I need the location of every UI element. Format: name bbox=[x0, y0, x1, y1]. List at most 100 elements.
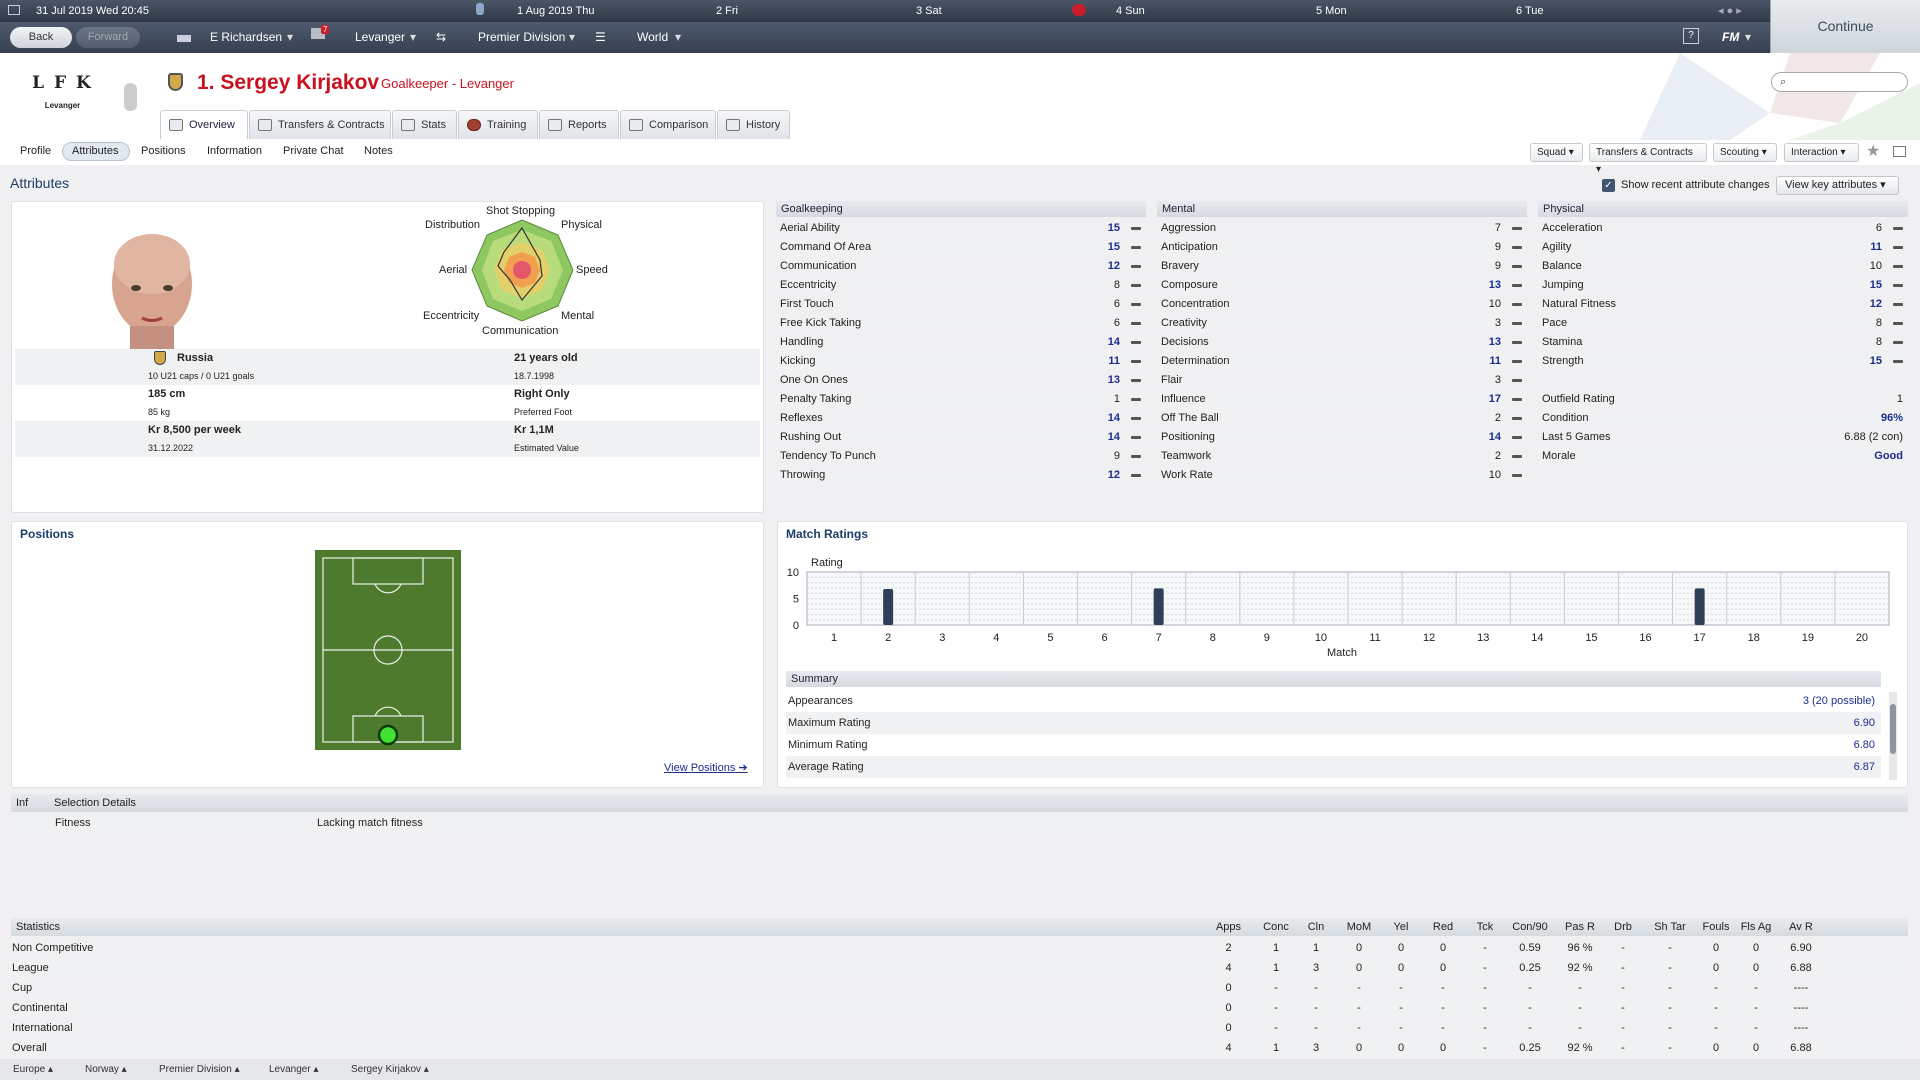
tab-reports[interactable]: Reports bbox=[539, 110, 619, 139]
subnav-attributes[interactable]: Attributes bbox=[72, 145, 118, 157]
statistics-column-header[interactable]: Fouls bbox=[1696, 921, 1736, 933]
star-icon[interactable]: ★ bbox=[1866, 141, 1880, 161]
search-input[interactable]: ⌕ bbox=[1771, 72, 1908, 92]
summary-scrollbar[interactable] bbox=[1889, 692, 1897, 780]
trend-dash-icon bbox=[1512, 303, 1522, 306]
chevron-down-icon[interactable]: ▾ bbox=[569, 30, 575, 44]
table-cell: 0 bbox=[1752, 1042, 1760, 1054]
transfers-dropdown[interactable]: Transfers & Contracts ▾ bbox=[1589, 143, 1707, 175]
table-cell: ---- bbox=[1793, 1002, 1809, 1014]
prev-arrow-icon[interactable]: ◂ ● ▸ bbox=[1718, 4, 1742, 17]
position-pitch bbox=[315, 550, 461, 750]
day-3[interactable]: 3 Sat bbox=[916, 5, 942, 17]
attribute-name: Balance bbox=[1542, 260, 1582, 272]
club-menu[interactable]: Levanger bbox=[355, 30, 405, 44]
continue-button[interactable]: Continue bbox=[1770, 0, 1920, 53]
add-list-icon[interactable] bbox=[1893, 146, 1906, 157]
summary-value: 3 (20 possible) bbox=[1802, 695, 1875, 707]
squad-dropdown[interactable]: Squad ▾ bbox=[1530, 143, 1583, 162]
scroll-toggle-icon[interactable] bbox=[124, 83, 137, 111]
summary-value: 6.87 bbox=[1853, 761, 1875, 773]
tab-training[interactable]: Training bbox=[458, 110, 538, 139]
club-logo-sub: Levanger bbox=[44, 101, 81, 110]
attribute-name: Stamina bbox=[1542, 336, 1583, 348]
statistics-column-header[interactable]: Apps bbox=[1206, 921, 1251, 933]
home-icon[interactable] bbox=[177, 28, 191, 42]
tab-comparison[interactable]: Comparison bbox=[620, 110, 716, 139]
subnav-profile[interactable]: Profile bbox=[20, 145, 51, 157]
rating-bar[interactable] bbox=[1694, 588, 1705, 625]
subnav-positions[interactable]: Positions bbox=[141, 145, 186, 157]
attribute-name: Tendency To Punch bbox=[780, 450, 876, 462]
statistics-column-header[interactable]: Av R bbox=[1776, 921, 1826, 933]
day-6[interactable]: 6 Tue bbox=[1516, 5, 1544, 17]
selection-label: Fitness bbox=[55, 817, 91, 829]
radar-label-r: Speed bbox=[576, 264, 608, 276]
rating-bar[interactable] bbox=[1153, 588, 1164, 625]
trend-dash-icon bbox=[1512, 398, 1522, 401]
view-positions-link[interactable]: View Positions ➔ bbox=[664, 761, 748, 774]
statistics-column-header[interactable]: Tck bbox=[1465, 921, 1505, 933]
tab-overview[interactable]: Overview bbox=[160, 110, 248, 139]
table-cell: 0 bbox=[1397, 1042, 1405, 1054]
chart-xtick: 9 bbox=[1264, 632, 1270, 642]
interaction-dropdown[interactable]: Interaction ▾ bbox=[1784, 143, 1859, 162]
attribute-name: Jumping bbox=[1542, 279, 1584, 291]
subnav-private-chat[interactable]: Private Chat bbox=[283, 145, 344, 157]
breadcrumb-europe[interactable]: Europe ▴ bbox=[13, 1064, 53, 1075]
attribute-name: Outfield Rating bbox=[1542, 393, 1615, 405]
statistics-column-header[interactable]: Pas R bbox=[1556, 921, 1604, 933]
nation[interactable]: Russia bbox=[177, 352, 213, 364]
selection-row bbox=[11, 813, 1908, 833]
chevron-down-icon[interactable]: ▾ bbox=[410, 30, 416, 44]
breadcrumb-norway[interactable]: Norway ▴ bbox=[85, 1064, 127, 1075]
view-key-attributes-button[interactable]: View key attributes ▾ bbox=[1776, 176, 1899, 195]
day-1[interactable]: 1 Aug 2019 Thu bbox=[517, 5, 594, 17]
forward-button[interactable]: Forward bbox=[76, 27, 140, 48]
breadcrumb-player[interactable]: Sergey Kirjakov ▴ bbox=[351, 1064, 429, 1075]
help-icon[interactable]: ? bbox=[1683, 28, 1699, 44]
statistics-column-header[interactable]: Drb bbox=[1603, 921, 1643, 933]
statistics-column-header[interactable]: MoM bbox=[1339, 921, 1379, 933]
manager-menu[interactable]: E Richardsen bbox=[210, 30, 282, 44]
tab-transfers[interactable]: Transfers & Contracts bbox=[249, 110, 391, 139]
back-button[interactable]: Back bbox=[10, 27, 72, 48]
show-recent-checkbox[interactable]: ✓ bbox=[1602, 179, 1615, 192]
statistics-column-header[interactable]: Sh Tar bbox=[1646, 921, 1694, 933]
day-5[interactable]: 5 Mon bbox=[1316, 5, 1347, 17]
tab-stats[interactable]: Stats bbox=[392, 110, 457, 139]
tab-history[interactable]: History bbox=[717, 110, 790, 139]
scouting-dropdown[interactable]: Scouting ▾ bbox=[1713, 143, 1777, 162]
attributes-title: Attributes bbox=[10, 175, 70, 191]
subnav-notes[interactable]: Notes bbox=[364, 145, 393, 157]
breadcrumb-division[interactable]: Premier Division ▴ bbox=[159, 1064, 240, 1075]
scroll-thumb[interactable] bbox=[1890, 704, 1896, 754]
chevron-down-icon[interactable]: ▾ bbox=[1745, 30, 1751, 44]
statistics-column-header[interactable]: Fls Ag bbox=[1736, 921, 1776, 933]
fm-menu[interactable]: FM bbox=[1722, 30, 1739, 44]
chevron-down-icon[interactable]: ▾ bbox=[287, 30, 293, 44]
day-2[interactable]: 2 Fri bbox=[716, 5, 738, 17]
table-cell: 0 bbox=[1712, 1042, 1720, 1054]
tab-label: Stats bbox=[421, 119, 447, 131]
list-icon[interactable]: ☰ bbox=[595, 30, 606, 44]
chevron-down-icon[interactable]: ▾ bbox=[675, 30, 681, 44]
breadcrumb-club[interactable]: Levanger ▴ bbox=[269, 1064, 319, 1075]
world-menu[interactable]: World bbox=[637, 30, 668, 44]
subnav-information[interactable]: Information bbox=[207, 145, 262, 157]
attribute-value: 15 bbox=[1107, 222, 1120, 234]
calendar-icon[interactable] bbox=[8, 5, 20, 15]
rating-bar[interactable] bbox=[883, 588, 894, 625]
day-4[interactable]: 4 Sun bbox=[1116, 5, 1145, 17]
statistics-column-header[interactable]: Con/90 bbox=[1506, 921, 1554, 933]
league-menu[interactable]: Premier Division bbox=[478, 30, 565, 44]
player-role: Goalkeeper - Levanger bbox=[381, 76, 514, 91]
statistics-column-header[interactable]: Cln bbox=[1296, 921, 1336, 933]
statistics-column-header[interactable]: Yel bbox=[1381, 921, 1421, 933]
swap-icon[interactable]: ⇆ bbox=[436, 30, 446, 44]
match-icon[interactable] bbox=[1072, 4, 1086, 16]
statistics-column-header[interactable]: Red bbox=[1423, 921, 1463, 933]
chart-xtick: 20 bbox=[1856, 632, 1868, 642]
attribute-row: Anticipation 9 bbox=[1157, 238, 1527, 257]
statistics-column-header[interactable]: Conc bbox=[1256, 921, 1296, 933]
